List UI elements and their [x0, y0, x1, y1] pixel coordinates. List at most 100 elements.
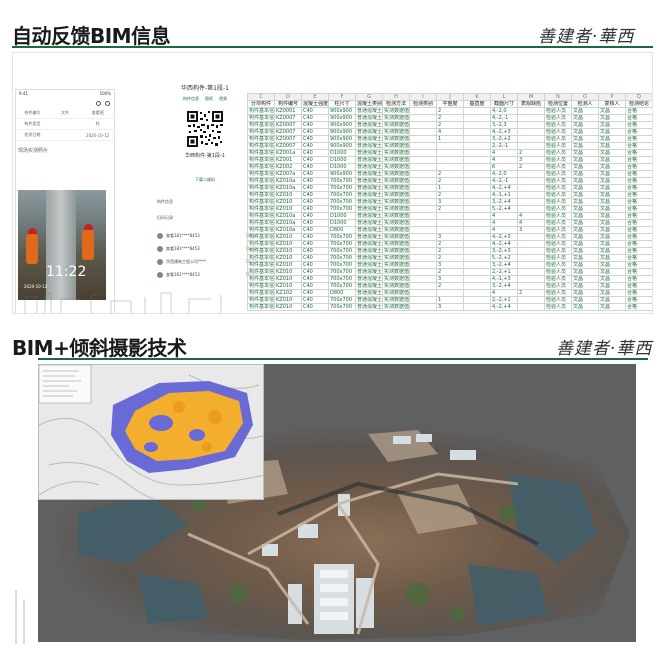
table-row[interactable]: 构件基本信 KZ010 C40 700x700 普通混凝土 实测数据值 3 4,-2,+4 检验…: [247, 303, 652, 311]
table-cell[interactable]: 700x700: [328, 303, 356, 311]
table-cell[interactable]: [409, 240, 437, 248]
table-cell[interactable]: [436, 156, 464, 164]
table-cell[interactable]: [517, 240, 545, 248]
column-header[interactable]: 分项构件: [247, 100, 275, 108]
table-cell[interactable]: 检验人员: [544, 268, 572, 276]
table-cell[interactable]: D1000: [328, 163, 356, 171]
table-cell[interactable]: 文昌: [598, 107, 626, 115]
table-cell[interactable]: 文昌: [598, 170, 626, 178]
table-cell[interactable]: 文昌: [571, 289, 599, 297]
table-cell[interactable]: 文昌: [598, 296, 626, 304]
table-cell[interactable]: 文昌: [571, 149, 599, 157]
table-cell[interactable]: 文昌: [571, 184, 599, 192]
table-cell[interactable]: 构件基本信: [247, 205, 275, 213]
table-cell[interactable]: 700x700: [328, 275, 356, 283]
table-cell[interactable]: [409, 205, 437, 213]
table-cell[interactable]: 文昌: [571, 247, 599, 255]
table-cell[interactable]: 文昌: [571, 114, 599, 122]
table-cell[interactable]: 实测数据值: [382, 170, 410, 178]
table-cell[interactable]: 普通混凝土: [355, 254, 383, 262]
table-cell[interactable]: 构件基本信: [247, 289, 275, 297]
table-cell[interactable]: 文昌: [598, 205, 626, 213]
table-cell[interactable]: 2: [436, 121, 464, 129]
table-cell[interactable]: [409, 149, 437, 157]
table-cell[interactable]: 700x700: [328, 268, 356, 276]
table-row[interactable]: 构件基本信 KZ010 C40 700x700 普通混凝土 实测数据值 2 2,-2,+1 检验…: [247, 268, 652, 276]
table-cell[interactable]: 文昌: [598, 268, 626, 276]
table-cell[interactable]: 文昌: [598, 233, 626, 241]
table-cell[interactable]: 实测数据值/: [382, 163, 410, 171]
table-cell[interactable]: 700x700: [328, 198, 356, 206]
table-cell[interactable]: 普通混凝土: [355, 289, 383, 297]
table-cell[interactable]: 文昌: [598, 261, 626, 269]
table-cell[interactable]: 合格: [625, 128, 652, 136]
table-row[interactable]: 构件基本信 KZ010 C40 700x700 普通混凝土 实测数据值 3 3,-2,+4 检验…: [247, 198, 652, 206]
table-cell[interactable]: 构件基本信: [247, 247, 275, 255]
table-cell[interactable]: [463, 268, 491, 276]
table-cell[interactable]: [463, 142, 491, 150]
table-cell[interactable]: 普通混凝土: [355, 303, 383, 311]
table-cell[interactable]: [436, 226, 464, 234]
table-cell[interactable]: [463, 114, 491, 122]
table-cell[interactable]: 1: [436, 184, 464, 192]
table-cell[interactable]: [517, 142, 545, 150]
table-cell[interactable]: [463, 184, 491, 192]
column-letter[interactable]: L: [490, 93, 518, 101]
table-cell[interactable]: 文昌: [571, 268, 599, 276]
table-cell[interactable]: 2: [436, 177, 464, 185]
table-cell[interactable]: 文昌: [598, 163, 626, 171]
table-cell[interactable]: 普通混凝土: [355, 296, 383, 304]
table-cell[interactable]: 900x900: [328, 128, 356, 136]
table-cell[interactable]: KZ010: [274, 198, 302, 206]
table-cell[interactable]: 4,-2,+4: [490, 184, 518, 192]
table-cell[interactable]: 合格: [625, 205, 652, 213]
table-cell[interactable]: 文昌: [598, 212, 626, 220]
table-cell[interactable]: C40: [301, 121, 329, 129]
table-cell[interactable]: 实测数据值: [382, 261, 410, 269]
table-cell[interactable]: 检验人员: [544, 198, 572, 206]
table-cell[interactable]: [409, 184, 437, 192]
table-cell[interactable]: 合格: [625, 247, 652, 255]
table-cell[interactable]: 普通混凝土: [355, 247, 383, 255]
table-cell[interactable]: 文昌: [598, 275, 626, 283]
table-row[interactable]: 构件基本信 KZ010 C40 700x700 普通混凝土 实测数据值 1 2,-2,+1 检验…: [247, 296, 652, 304]
table-cell[interactable]: C40: [301, 275, 329, 283]
table-cell[interactable]: 文昌: [571, 177, 599, 185]
table-cell[interactable]: 实测数据值: [382, 247, 410, 255]
table-cell[interactable]: 文昌: [571, 198, 599, 206]
table-cell[interactable]: 文昌: [571, 163, 599, 171]
column-letter[interactable]: C: [247, 93, 275, 101]
table-cell[interactable]: 检验人员: [544, 219, 572, 227]
table-cell[interactable]: 合格: [625, 240, 652, 248]
table-cell[interactable]: 文昌: [598, 254, 626, 262]
table-cell[interactable]: 2: [517, 163, 545, 171]
table-cell[interactable]: KZ010: [274, 233, 302, 241]
table-cell[interactable]: [517, 184, 545, 192]
table-cell[interactable]: 2: [517, 149, 545, 157]
table-cell[interactable]: [517, 233, 545, 241]
table-cell[interactable]: 构件基本信: [247, 240, 275, 248]
table-cell[interactable]: 文昌: [598, 114, 626, 122]
table-cell[interactable]: 实测数据值: [382, 198, 410, 206]
table-row[interactable]: 构件基本信 KZ010 C40 700x700 普通混凝土 实测数据值 2 3,-2,+4 检验…: [247, 282, 652, 290]
table-cell[interactable]: 普通混凝土: [355, 219, 383, 227]
table-cell[interactable]: [463, 261, 491, 269]
table-cell[interactable]: 2: [517, 289, 545, 297]
table-cell[interactable]: 2,-2,+1: [490, 268, 518, 276]
column-header[interactable]: 检测方法: [382, 100, 410, 108]
table-cell[interactable]: [409, 282, 437, 290]
table-cell[interactable]: 构件基本信: [247, 233, 275, 241]
table-cell[interactable]: 4,-1,+1: [490, 191, 518, 199]
table-cell[interactable]: 实测数据值: [382, 275, 410, 283]
table-cell[interactable]: 3: [436, 233, 464, 241]
table-cell[interactable]: [463, 254, 491, 262]
table-cell[interactable]: 普通混凝土: [355, 212, 383, 220]
table-cell[interactable]: C40: [301, 219, 329, 227]
table-cell[interactable]: 文昌: [598, 156, 626, 164]
table-cell[interactable]: 合格: [625, 254, 652, 262]
table-cell[interactable]: 构件基本信: [247, 135, 275, 143]
table-cell[interactable]: 4: [517, 219, 545, 227]
table-cell[interactable]: [409, 289, 437, 297]
table-cell[interactable]: 构件基本信: [247, 170, 275, 178]
table-cell[interactable]: 2,-2,+1: [490, 296, 518, 304]
